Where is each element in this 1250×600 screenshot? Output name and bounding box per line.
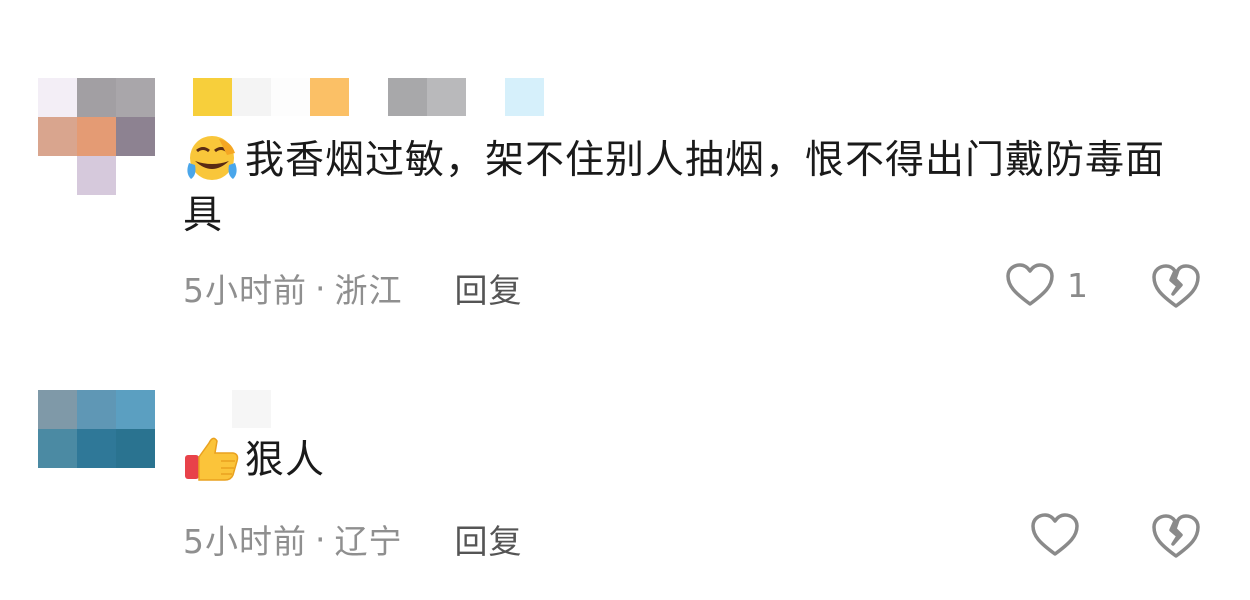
avatar-pixel: [38, 429, 77, 468]
avatar-pixel: [116, 156, 155, 195]
avatar-pixel: [116, 117, 155, 156]
avatar-pixel: [116, 429, 155, 468]
comment-text: 我香烟过敏，架不住别人抽烟，恨不得出门戴防毒面具: [183, 133, 1193, 243]
broken-heart-icon: [1152, 264, 1200, 308]
comment-time: 5小时前: [183, 522, 307, 561]
avatar-pixel: [116, 468, 155, 507]
thumbs-up-emoji-icon: [185, 437, 239, 481]
comment-meta: 5小时前 · 辽宁 回复: [183, 515, 523, 563]
avatar-pixel: [38, 78, 77, 117]
avatar-pixel: [77, 117, 116, 156]
avatar-pixel: [38, 390, 77, 429]
comment-text: 狠人: [183, 433, 1193, 488]
reply-button[interactable]: 回复: [455, 264, 523, 312]
avatar-pixel: [38, 156, 77, 195]
avatar[interactable]: [38, 390, 155, 507]
dislike-button[interactable]: [1150, 262, 1202, 314]
comment-item: 我香烟过敏，架不住别人抽烟，恨不得出门戴防毒面具 5小时前 · 浙江 回复 1: [0, 0, 1250, 340]
heart-icon: [1031, 513, 1079, 556]
reply-button[interactable]: 回复: [455, 515, 523, 563]
avatar-pixel: [38, 117, 77, 156]
avatar[interactable]: [38, 78, 155, 195]
comment-meta: 5小时前 · 浙江 回复: [183, 264, 523, 312]
username-pixelated[interactable]: [193, 390, 310, 428]
heart-icon: [1006, 263, 1054, 306]
like-count: 1: [1067, 265, 1088, 305]
meta-separator: ·: [315, 519, 327, 559]
like-button[interactable]: [1030, 512, 1080, 558]
avatar-pixel: [38, 468, 77, 507]
username-pixelated[interactable]: [193, 78, 544, 116]
laughing-tears-emoji-icon: [187, 136, 237, 180]
comment-location: 浙江: [334, 271, 403, 310]
avatar-pixel: [77, 156, 116, 195]
avatar-pixel: [77, 390, 116, 429]
avatar-pixel: [116, 78, 155, 117]
dislike-button[interactable]: [1150, 512, 1202, 564]
comment-item: 狠人 5小时前 · 辽宁 回复: [0, 380, 1250, 600]
avatar-pixel: [116, 390, 155, 429]
avatar-pixel: [77, 78, 116, 117]
meta-separator: ·: [315, 268, 327, 308]
comment-time: 5小时前: [183, 271, 307, 310]
comment-location: 辽宁: [334, 522, 403, 561]
like-button[interactable]: 1: [1005, 262, 1088, 308]
avatar-pixel: [77, 429, 116, 468]
avatar-pixel: [77, 468, 116, 507]
broken-heart-icon: [1152, 514, 1200, 558]
